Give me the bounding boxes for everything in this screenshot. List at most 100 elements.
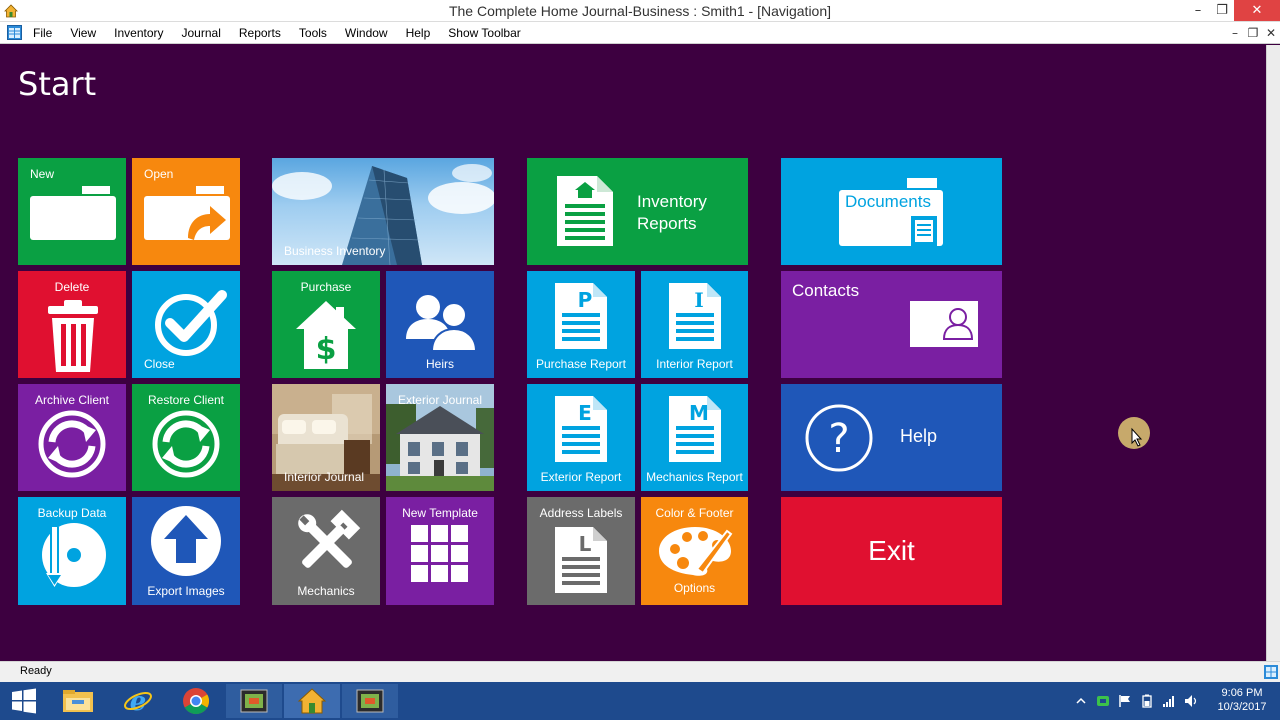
business-inventory-label: Business Inventory [284,244,386,258]
folder-icon [30,186,116,240]
options-label: Options [673,581,716,595]
export-images-tile[interactable]: Export Images [132,497,240,605]
svg-text:L: L [579,532,592,556]
mdi-restore-button[interactable]: ❐ [1244,22,1262,44]
interior-journal-label: Interior Journal [284,470,365,484]
title-bar: The Complete Home Journal-Business : Smi… [0,0,1280,22]
mechanics-label: Mechanics [297,584,355,598]
menu-view[interactable]: View [61,22,105,44]
status-text: Ready [20,665,52,677]
address-labels-tile[interactable]: Address Labels L [527,497,635,605]
taskbar-clock[interactable]: 9:06 PM 10/3/2017 [1210,686,1274,714]
mouse-cursor-icon [1118,417,1150,449]
svg-text:?: ? [828,416,849,462]
new-tile[interactable]: New [18,158,126,265]
restore-client-tile[interactable]: Restore Client [132,384,240,491]
close-tile[interactable]: Close [132,271,240,378]
documents-tile[interactable]: Documents [781,158,1002,265]
sync-icon [38,410,106,478]
svg-text:I: I [694,288,703,312]
exit-tile[interactable]: Exit [781,497,1002,605]
menu-help[interactable]: Help [397,22,440,44]
mdi-close-button[interactable]: ✕ [1262,22,1280,44]
home-journal-icon [297,688,327,714]
tools-icon [298,509,361,568]
exterior-journal-tile[interactable]: Exterior Journal [386,384,494,491]
inventory-reports-label-line1: Inventory [637,192,707,211]
clock-time: 9:06 PM [1221,687,1263,699]
color-footer-label: Color & Footer [655,506,734,520]
mechanics-tile[interactable]: Mechanics [272,497,380,605]
close-window-button[interactable]: ✕ [1234,0,1280,21]
taskbar-media-app-2[interactable] [342,684,398,718]
minimize-button[interactable]: – [1186,0,1210,21]
disc-icon [42,523,106,587]
heirs-label: Heirs [425,357,454,371]
interior-report-tile[interactable]: I Interior Report [641,271,748,378]
purchase-label: Purchase [300,280,352,294]
exterior-report-tile[interactable]: E Exterior Report [527,384,635,491]
show-hidden-icons-icon[interactable] [1074,694,1088,708]
menu-journal[interactable]: Journal [173,22,230,44]
help-tile[interactable]: ? Help [781,384,1002,491]
report-l-icon: L [555,527,607,593]
question-icon: ? [805,404,873,472]
export-images-label: Export Images [147,584,225,598]
mechanics-report-label: Mechanics Report [646,470,743,484]
volume-icon[interactable] [1184,694,1198,708]
status-grid-icon [1264,665,1278,679]
interior-report-label: Interior Report [656,357,733,371]
power-icon[interactable] [1140,694,1154,708]
purchase-report-tile[interactable]: P Purchase Report [527,271,635,378]
taskbar-internet-explorer[interactable]: e [110,684,166,718]
heirs-tile[interactable]: Heirs [386,271,494,378]
menu-window[interactable]: Window [336,22,397,44]
windows-start-icon [12,688,36,714]
interior-journal-tile[interactable]: Interior Journal [272,384,380,491]
contact-card-icon [910,301,978,347]
archive-client-label: Archive Client [34,393,110,407]
open-tile[interactable]: Open [132,158,240,265]
windows-start-button[interactable] [0,684,48,718]
taskbar-home-journal[interactable] [284,684,340,718]
inventory-reports-tile[interactable]: Inventory Reports [527,158,748,265]
menu-file[interactable]: File [24,22,61,44]
media-app-icon [240,689,268,713]
address-labels-label: Address Labels [539,506,623,520]
vertical-scrollbar[interactable] [1266,45,1280,661]
tray-app-icon[interactable] [1096,694,1110,708]
new-template-tile[interactable]: New Template [386,497,494,605]
menu-reports[interactable]: Reports [230,22,290,44]
people-icon [406,295,476,352]
window-title: The Complete Home Journal-Business : Smi… [448,3,832,19]
backup-data-tile[interactable]: Backup Data [18,497,126,605]
network-icon[interactable] [1162,694,1176,708]
report-p-icon: P [555,283,607,349]
delete-tile[interactable]: Delete [18,271,126,378]
report-m-icon: M [669,396,721,462]
taskbar-file-explorer[interactable] [50,684,106,718]
taskbar-media-app[interactable] [226,684,282,718]
menu-tools[interactable]: Tools [290,22,336,44]
menu-show-toolbar[interactable]: Show Toolbar [439,22,530,44]
mdi-minimize-button[interactable]: – [1226,22,1244,44]
file-explorer-icon [63,690,93,712]
taskbar-chrome[interactable] [168,684,224,718]
mechanics-report-tile[interactable]: M Mechanics Report [641,384,748,491]
business-inventory-tile[interactable]: Business Inventory [272,158,494,265]
color-footer-options-tile[interactable]: Color & Footer Options [641,497,748,605]
document-window-icon[interactable] [7,25,22,40]
report-house-icon [557,176,613,246]
folder-open-arrow-icon [144,186,230,240]
contacts-tile[interactable]: Contacts [781,271,1002,378]
menu-inventory[interactable]: Inventory [105,22,172,44]
purchase-tile[interactable]: Purchase $ [272,271,380,378]
house-dollar-icon: $ [296,301,356,369]
internet-explorer-icon: e [124,687,152,716]
action-center-flag-icon[interactable] [1118,694,1132,708]
checkmark-icon [155,290,227,356]
archive-client-tile[interactable]: Archive Client [18,384,126,491]
page-title: Start [18,65,97,103]
restore-button[interactable]: ❐ [1210,0,1234,21]
close-label: Close [144,357,175,371]
